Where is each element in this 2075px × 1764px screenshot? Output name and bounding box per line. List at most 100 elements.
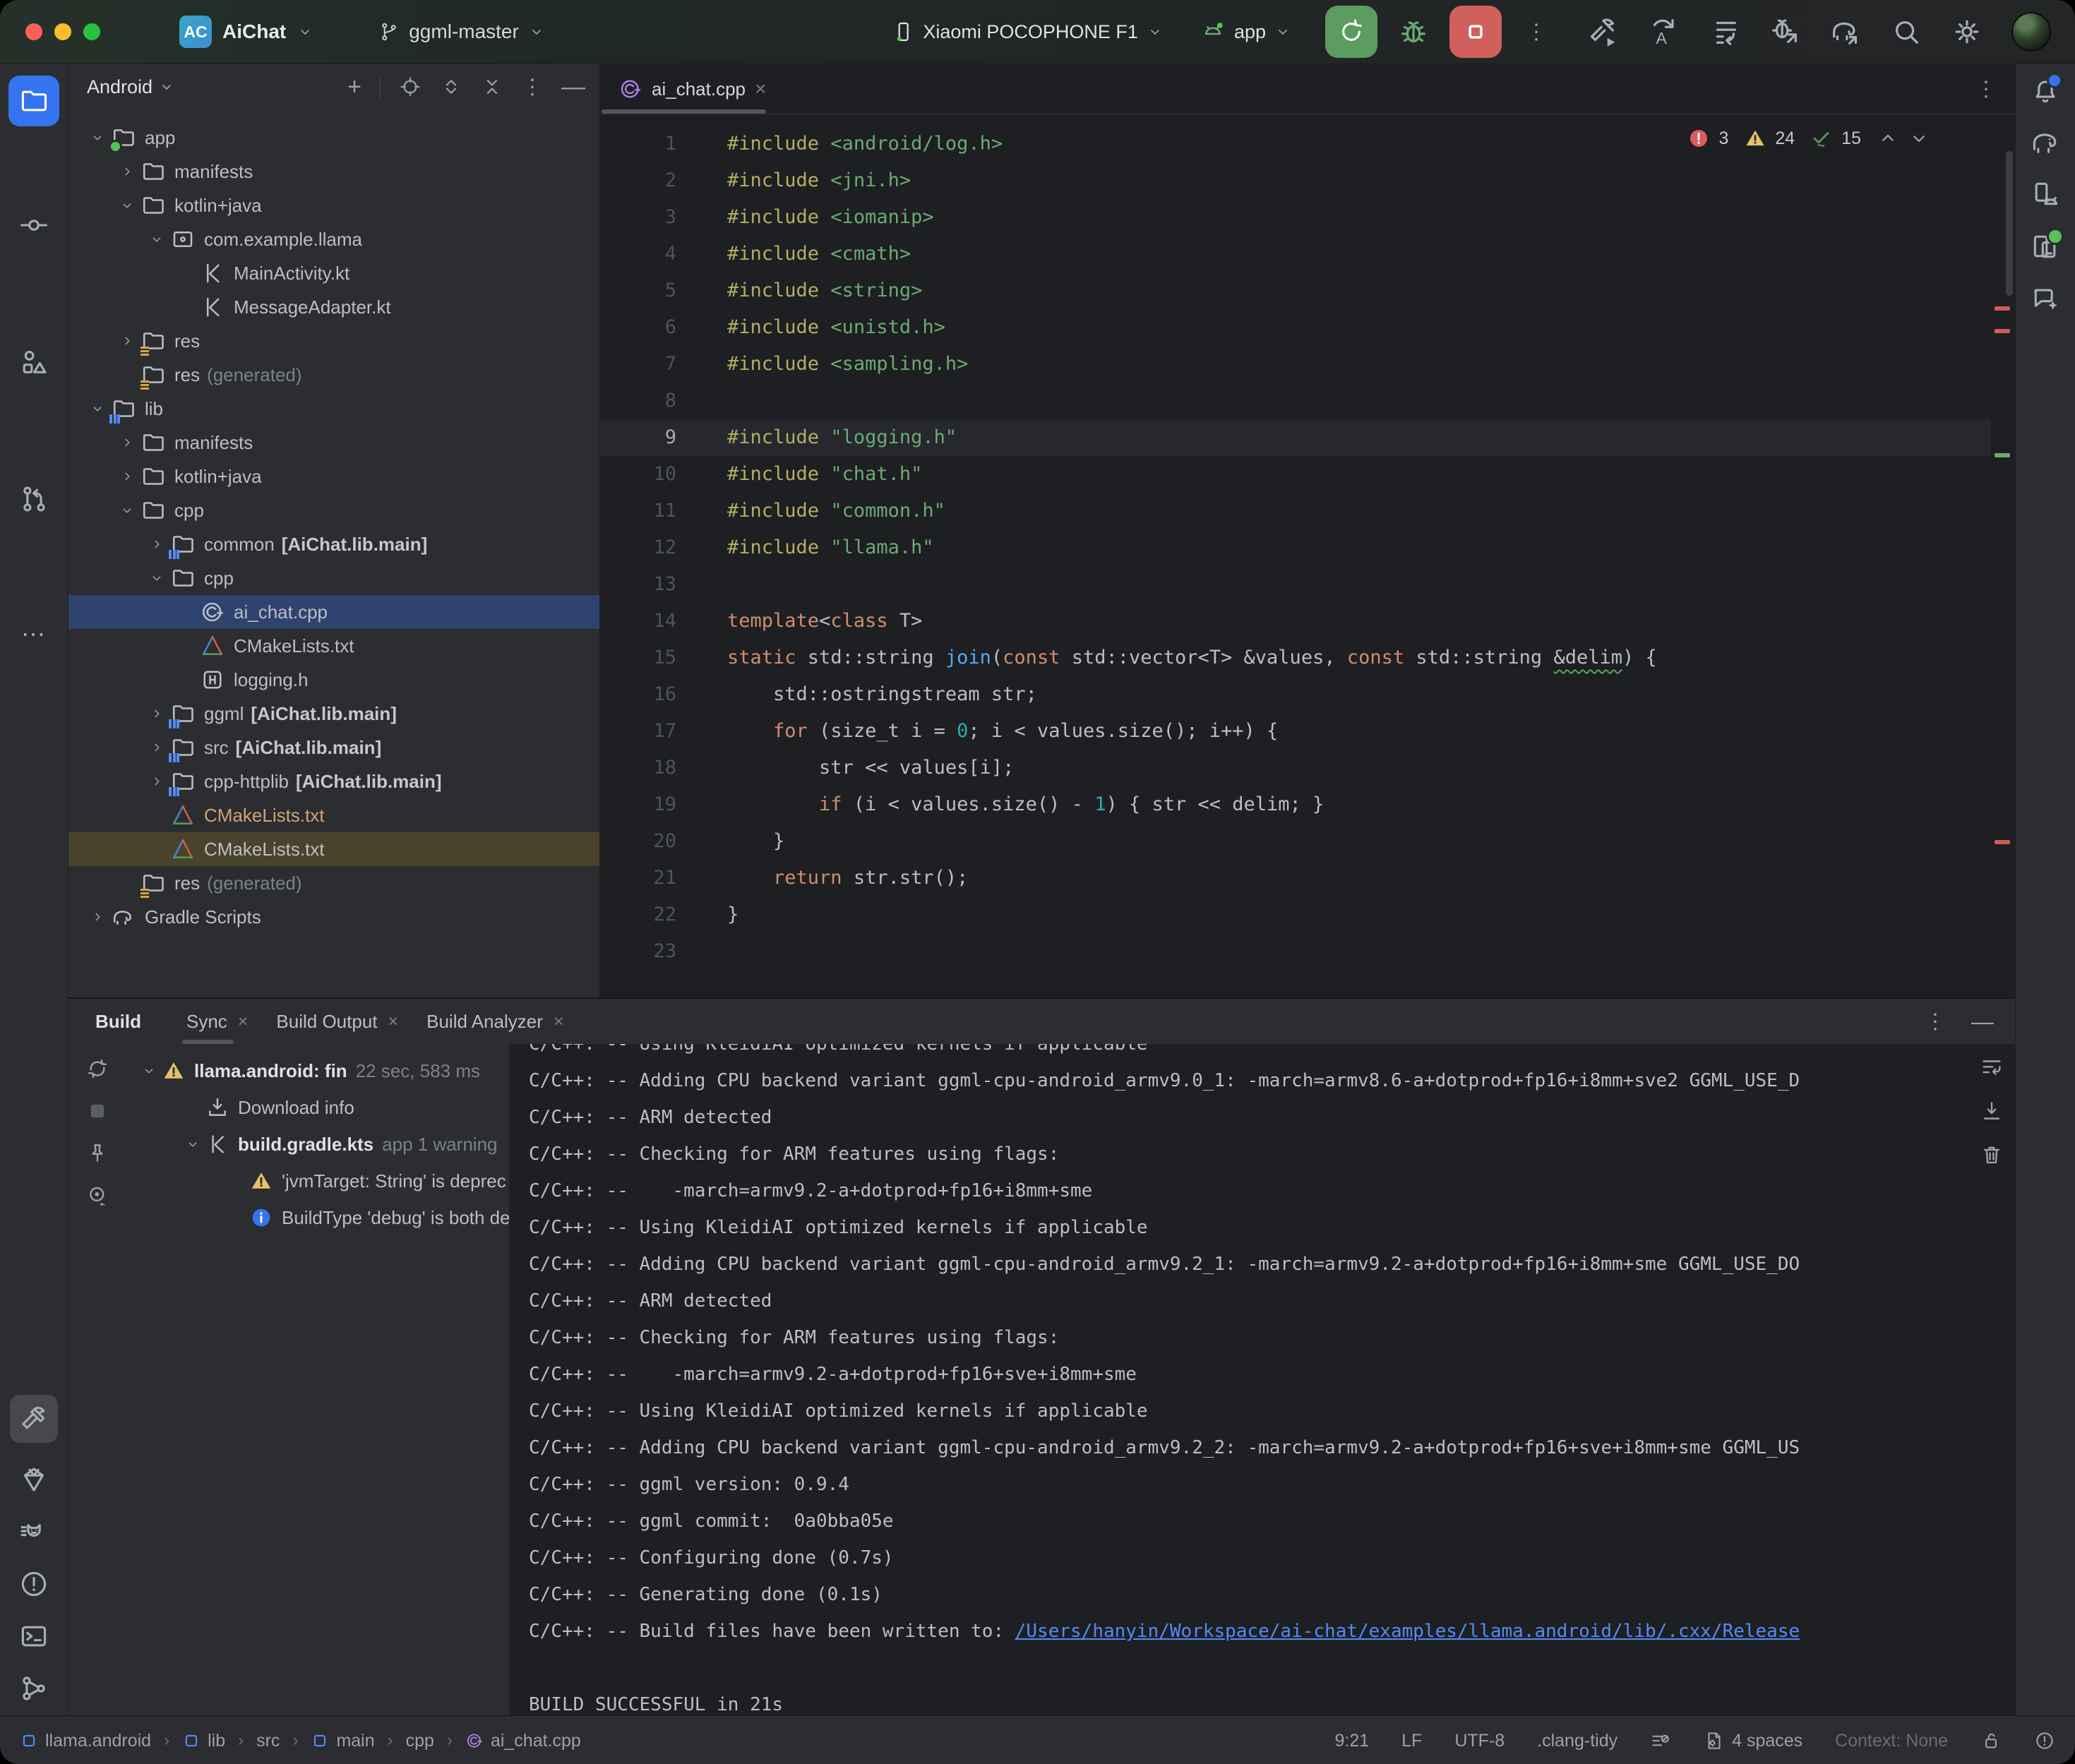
- error-stripe[interactable]: [1991, 114, 2015, 997]
- add-icon[interactable]: +: [347, 76, 361, 98]
- chevron-right-icon[interactable]: [84, 906, 111, 928]
- soft-wrap-icon[interactable]: [1980, 1055, 2004, 1079]
- tree-item[interactable]: res: [68, 324, 599, 358]
- lock-open-icon[interactable]: [1980, 1730, 2002, 1751]
- tab-build-analyzer[interactable]: Build Analyzer ×: [412, 999, 578, 1044]
- close-tab-icon[interactable]: ×: [554, 1012, 564, 1032]
- debug-button[interactable]: [1397, 16, 1430, 48]
- tree-item[interactable]: MainActivity.kt: [68, 256, 599, 290]
- pin-icon[interactable]: [85, 1141, 109, 1165]
- tree-item[interactable]: ai_chat.cpp: [68, 595, 599, 629]
- chevron-down-icon[interactable]: [180, 1134, 205, 1155]
- tree-item[interactable]: logging.h: [68, 663, 599, 697]
- tree-item[interactable]: CMakeLists.txt: [68, 629, 599, 663]
- tree-item[interactable]: cpp: [68, 561, 599, 595]
- rerun-app-button[interactable]: [1325, 6, 1377, 58]
- stop-app-button[interactable]: [1449, 6, 1502, 58]
- chevron-down-icon[interactable]: [114, 500, 140, 521]
- code-line[interactable]: str << values[i];: [727, 750, 2015, 786]
- code-line[interactable]: [727, 383, 2015, 419]
- breadcrumb-item[interactable]: llama.android: [20, 1731, 151, 1751]
- code-line[interactable]: if (i < values.size() - 1) { str << deli…: [727, 786, 2015, 823]
- expand-all-icon[interactable]: [440, 76, 462, 98]
- tree-item[interactable]: lib: [68, 392, 599, 426]
- code-line[interactable]: #include <string>: [727, 272, 2015, 309]
- line-ending[interactable]: LF: [1401, 1731, 1422, 1751]
- inspections-widget[interactable]: 3 24 15: [1687, 127, 1930, 150]
- running-devices-tool-button[interactable]: [2030, 231, 2061, 262]
- stop-build-icon[interactable]: [85, 1099, 109, 1123]
- code-line[interactable]: #include "llama.h": [727, 529, 2015, 566]
- tree-item[interactable]: CMakeLists.txt: [68, 832, 599, 866]
- pull-requests-tool-button[interactable]: [18, 484, 49, 515]
- apply-changes-icon[interactable]: A: [1647, 16, 1680, 48]
- code-line[interactable]: [727, 933, 2015, 970]
- build-tool-button[interactable]: [10, 1395, 58, 1443]
- view-options-icon[interactable]: [85, 1184, 109, 1208]
- code-line[interactable]: [727, 566, 2015, 603]
- problems-tool-button[interactable]: [18, 1568, 49, 1600]
- code-line[interactable]: }: [727, 823, 2015, 860]
- tree-item[interactable]: res(generated): [68, 866, 599, 900]
- formatter-status-icon[interactable]: [1650, 1730, 1671, 1751]
- code-line[interactable]: #include <sampling.h>: [727, 346, 2015, 383]
- gradle-tool-button[interactable]: [2030, 126, 2061, 157]
- code-line[interactable]: #include "logging.h": [727, 419, 2015, 456]
- context-status[interactable]: Context: None: [1835, 1731, 1948, 1751]
- chevron-right-icon[interactable]: [114, 161, 140, 182]
- tree-item[interactable]: kotlin+java: [68, 188, 599, 222]
- hide-build-panel-icon[interactable]: —: [1971, 1009, 1994, 1035]
- error-stripe-mark[interactable]: [1995, 329, 2010, 333]
- code-line[interactable]: #include "chat.h": [727, 456, 2015, 493]
- tree-item[interactable]: Gradle Scripts: [68, 900, 599, 934]
- gemini-tool-button[interactable]: [2030, 283, 2061, 314]
- error-stripe-mark[interactable]: [1995, 840, 2010, 844]
- device-selector[interactable]: Xiaomi POCOPHONE F1: [892, 20, 1164, 43]
- console-link[interactable]: /Users/hanyin/Workspace/ai-chat/examples…: [1015, 1621, 1800, 1642]
- project-widget[interactable]: AC AiChat: [179, 16, 313, 48]
- indent-size[interactable]: 4 spaces: [1732, 1731, 1802, 1751]
- tree-item[interactable]: src[AiChat.lib.main]: [68, 731, 599, 764]
- sync-tree-item[interactable]: 'jvmTarget: String' is deprec: [126, 1163, 509, 1199]
- attach-debugger-icon[interactable]: [1769, 16, 1801, 48]
- editor-scrollbar[interactable]: [2006, 151, 2013, 296]
- tree-item[interactable]: com.example.llama: [68, 222, 599, 256]
- code-line[interactable]: #include "common.h": [727, 493, 2015, 529]
- status-error-icon[interactable]: [2034, 1730, 2055, 1751]
- editor-options-icon[interactable]: ⋮: [1970, 77, 2015, 102]
- user-avatar[interactable]: [2011, 12, 2051, 52]
- more-run-actions-button[interactable]: ⋮: [1520, 20, 1553, 44]
- tab-sync[interactable]: Sync ×: [172, 999, 262, 1044]
- chevron-down-icon[interactable]: [143, 229, 170, 250]
- tree-item[interactable]: manifests: [68, 426, 599, 460]
- chevron-right-icon[interactable]: [114, 432, 140, 453]
- tree-item[interactable]: ggml[AiChat.lib.main]: [68, 697, 599, 731]
- chevron-down-icon[interactable]: [84, 398, 111, 419]
- next-problem-icon[interactable]: [1908, 127, 1930, 150]
- tree-item[interactable]: app: [68, 121, 599, 155]
- apply-changes-restart-icon[interactable]: [1708, 16, 1740, 48]
- version-control-tool-button[interactable]: [18, 1673, 49, 1704]
- tree-item[interactable]: cpp: [68, 493, 599, 527]
- build-run-hammer-icon[interactable]: [1586, 16, 1619, 48]
- sync-tree-item[interactable]: Download info: [126, 1089, 509, 1126]
- clang-tidy-status[interactable]: .clang-tidy: [1537, 1731, 1617, 1751]
- search-icon[interactable]: [1890, 16, 1922, 48]
- code-line[interactable]: }: [727, 896, 2015, 933]
- code-editor[interactable]: 1234567891011121314151617181920212223 #i…: [600, 114, 2015, 997]
- chevron-down-icon[interactable]: [114, 195, 140, 216]
- breadcrumb-item[interactable]: ai_chat.cpp: [465, 1731, 581, 1751]
- project-tool-button[interactable]: [8, 76, 59, 126]
- terminal-tool-button[interactable]: [18, 1621, 49, 1652]
- tree-item[interactable]: kotlin+java: [68, 460, 599, 493]
- sync-tree-item[interactable]: llama.android: fin22 sec, 583 ms: [126, 1052, 509, 1089]
- locate-file-icon[interactable]: [399, 76, 421, 98]
- code-line[interactable]: return str.str();: [727, 860, 2015, 896]
- settings-icon[interactable]: [1951, 16, 1983, 48]
- resource-manager-tool-button[interactable]: [18, 347, 49, 378]
- code-line[interactable]: static std::string join(const std::vecto…: [727, 640, 2015, 676]
- breadcrumb-item[interactable]: cpp: [406, 1731, 434, 1751]
- chevron-down-icon[interactable]: [84, 127, 111, 148]
- close-tab-icon[interactable]: ×: [238, 1012, 249, 1032]
- chevron-right-icon[interactable]: [114, 466, 140, 487]
